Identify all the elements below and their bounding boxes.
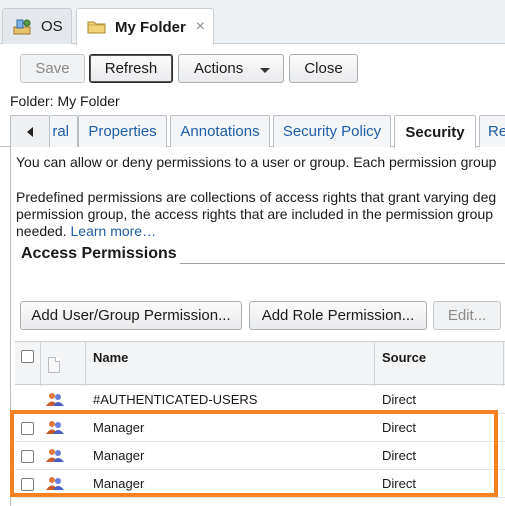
name-column-header[interactable]: Name — [93, 350, 128, 365]
close-tab-icon[interactable]: × — [196, 18, 205, 36]
tab-os-label: OS — [41, 18, 63, 35]
column-divider — [374, 342, 375, 386]
row-checkbox[interactable] — [21, 478, 34, 491]
user-group-icon — [46, 393, 64, 406]
tab-re[interactable]: Re — [479, 115, 505, 147]
table-row[interactable]: Manager Direct — [15, 470, 505, 498]
select-all-checkbox[interactable] — [21, 350, 34, 363]
tab-annotations[interactable]: Annotations — [170, 115, 270, 147]
row-source: Direct — [382, 476, 416, 491]
tab-general[interactable]: ral — [50, 115, 78, 147]
folder-icon — [87, 21, 106, 34]
table-row[interactable]: Manager Direct — [15, 442, 505, 470]
edit-button[interactable]: Edit... — [433, 301, 501, 330]
properties-tab-bar: ral Properties Annotations Security Poli… — [0, 115, 505, 148]
tab-os[interactable]: OS — [2, 8, 72, 44]
tab-security-policy[interactable]: Security Policy — [273, 115, 391, 147]
tab-security[interactable]: Security — [394, 115, 476, 148]
column-divider — [40, 342, 41, 386]
arrow-left-icon — [27, 126, 33, 137]
learn-more-link[interactable]: Learn more… — [71, 223, 157, 239]
save-button[interactable]: Save — [20, 54, 85, 83]
row-source: Direct — [382, 392, 416, 407]
description-needed: needed. — [16, 223, 67, 239]
tab-my-folder[interactable]: My Folder × — [76, 8, 214, 45]
column-divider — [503, 342, 504, 386]
user-group-icon — [46, 477, 64, 490]
description-line-1: You can allow or deny permissions to a u… — [16, 154, 497, 170]
table-row[interactable]: Manager Direct — [15, 414, 505, 442]
source-column-header[interactable]: Source — [382, 350, 426, 365]
actions-menu-button[interactable]: Actions — [178, 54, 284, 83]
refresh-button[interactable]: Refresh — [89, 54, 173, 83]
access-permissions-heading: Access Permissions — [21, 245, 177, 262]
row-checkbox[interactable] — [21, 422, 34, 435]
add-role-permission-button[interactable]: Add Role Permission... — [249, 301, 427, 330]
description-line-4: needed. Learn more… — [16, 223, 156, 240]
table-row[interactable]: #AUTHENTICATED-USERS Direct — [15, 386, 505, 414]
row-source: Direct — [382, 448, 416, 463]
actions-label: Actions — [194, 60, 244, 77]
row-name: Manager — [93, 420, 145, 435]
os-icon — [13, 19, 31, 34]
tab-properties[interactable]: Properties — [78, 115, 167, 147]
column-divider — [85, 342, 86, 386]
close-button[interactable]: Close — [289, 54, 358, 83]
row-name: #AUTHENTICATED-USERS — [93, 392, 258, 407]
description-line-3: permission group, the access rights that… — [16, 206, 494, 222]
row-name: Manager — [93, 476, 145, 491]
type-column-icon — [48, 357, 60, 373]
top-tab-bar: OS My Folder × — [0, 0, 505, 45]
folder-path: Folder: My Folder — [10, 93, 120, 109]
add-user-group-permission-button[interactable]: Add User/Group Permission... — [20, 301, 242, 330]
tab-my-folder-label: My Folder — [115, 18, 186, 36]
user-group-icon — [46, 421, 64, 434]
description-line-2: Predefined permissions are collections o… — [16, 189, 497, 205]
table-header: Name Source — [15, 341, 505, 386]
user-group-icon — [46, 449, 64, 462]
row-checkbox[interactable] — [21, 450, 34, 463]
section-divider — [180, 263, 505, 264]
permissions-table: Name Source #AUTHENTICATED-USERS Direct … — [15, 341, 505, 506]
row-source: Direct — [382, 420, 416, 435]
row-name: Manager — [93, 448, 145, 463]
tab-scroll-left-button[interactable] — [10, 115, 50, 147]
chevron-down-icon — [260, 68, 270, 73]
